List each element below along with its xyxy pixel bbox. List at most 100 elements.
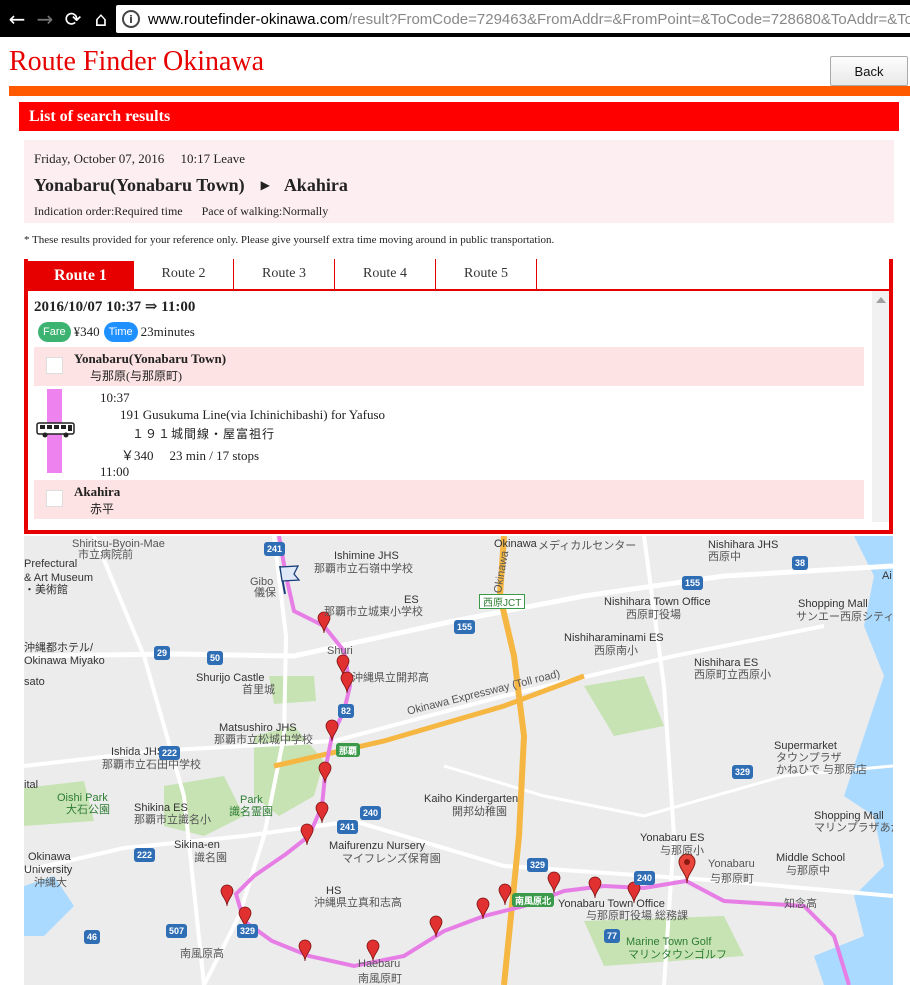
route-number-shield: 82: [338, 704, 355, 718]
route-number-shield: 155: [682, 576, 704, 590]
map-label: Nishiharaminami ES: [564, 632, 664, 644]
tab-route-5[interactable]: Route 5: [436, 259, 537, 289]
map-label: 西原町立西原小: [694, 669, 771, 681]
map-label: ・美術館: [24, 584, 68, 596]
arrival-time: 11:00: [100, 464, 130, 479]
forward-arrow-icon[interactable]: →: [31, 5, 59, 33]
map-label: Supermarket: [774, 740, 837, 752]
map-label: 西原南小: [594, 645, 638, 657]
map-label: Marine Town Golf: [626, 936, 712, 948]
tab-route-2[interactable]: Route 2: [134, 259, 234, 289]
bus-stop-pin[interactable]: [220, 884, 234, 907]
map-label: マリンプラザあがり: [814, 822, 893, 834]
fare-badge: Fare: [38, 322, 71, 342]
address-bar[interactable]: i www.routefinder-okinawa.com/result?Fro…: [116, 5, 910, 33]
segment-fare: ￥340: [121, 448, 154, 463]
header-divider: [9, 86, 910, 96]
map-label: Shikina ES: [134, 802, 188, 814]
bus-icon: [36, 422, 75, 438]
departure-date: Friday, October 07, 2016 10:17 Leave: [34, 151, 246, 166]
map-label: サンエー西原シティ: [796, 611, 893, 623]
stop-name-japanese: 赤平: [90, 502, 115, 516]
map-label: 沖縄都ホテル/: [24, 642, 94, 654]
route-number-shield: 南風原北: [512, 893, 555, 907]
map-label: 首里城: [242, 684, 275, 696]
bus-stop-pin[interactable]: [325, 719, 339, 742]
map-label: 那覇市立松城中学校: [214, 734, 313, 746]
route-number-shield: 240: [360, 806, 382, 820]
route-number-shield: 77: [604, 929, 621, 943]
map-label: Matsushiro JHS: [219, 722, 297, 734]
fare-value: ¥340: [73, 324, 100, 339]
route-scrollbar[interactable]: [872, 291, 889, 522]
map-label: University: [24, 864, 73, 876]
tab-route-3[interactable]: Route 3: [234, 259, 335, 289]
stop-checkbox[interactable]: [46, 490, 63, 507]
map-label: Sikina-en: [174, 839, 220, 851]
map-label: 市立病院前: [78, 549, 133, 561]
bus-line-name: 191 Gusukuma Line(via Ichinichibashi) fo…: [120, 407, 386, 422]
tab-route-1[interactable]: Route 1: [28, 261, 134, 291]
route-number-shield: 240: [634, 871, 656, 885]
bus-line-name-japanese: １９１城間線・屋富祖行: [132, 427, 276, 441]
route-number-shield: 222: [134, 848, 156, 862]
url-host: www.routefinder-okinawa.com: [148, 10, 349, 28]
route-number-shield: 29: [154, 646, 171, 660]
stop-name: Yonabaru(Yonabaru Town): [74, 351, 227, 366]
route-map[interactable]: Shiritsu-Byoin-Mae 市立病院前 Prefectural & Art …: [24, 536, 893, 985]
route-number-shield: 329: [527, 858, 549, 872]
map-label: Okinawa Miyako: [24, 655, 105, 667]
map-label: Prefectural: [24, 558, 78, 570]
reload-icon[interactable]: ⟳: [59, 5, 87, 33]
bus-stop-pin[interactable]: [547, 871, 561, 894]
map-label: 大石公園: [66, 804, 110, 816]
map-label: Middle School: [776, 852, 846, 864]
route-number-shield: 38: [792, 556, 809, 570]
map-label: Okinawa: [28, 851, 71, 863]
park-area: [584, 676, 664, 736]
map-label: 開邦幼稚園: [452, 806, 507, 818]
map-label: 沖縄県立真和志高: [314, 897, 402, 909]
disclaimer-notice: * These results provided for your refere…: [24, 234, 555, 246]
route-number-shield: 46: [84, 930, 101, 944]
site-info-icon[interactable]: i: [122, 10, 140, 28]
map-label: 西原中: [708, 551, 741, 563]
stop-name: Akahira: [74, 484, 121, 499]
route-number-shield: 50: [207, 651, 224, 665]
route-detail[interactable]: 2016/10/07 10:37 ⇒ 11:00 Fare ¥340 Time …: [28, 291, 889, 522]
route-summary-badges: Fare ¥340 Time 23minutes: [38, 322, 195, 342]
indication-order: Indication order:Required time: [34, 204, 183, 218]
scroll-up-arrow-icon[interactable]: [876, 297, 886, 303]
browser-toolbar: ← → ⟳ ⌂ i www.routefinder-okinawa.com/re…: [0, 0, 910, 37]
map-label: マリンタウンゴルフ: [628, 949, 727, 961]
park-area: [269, 676, 316, 704]
back-button[interactable]: Back: [830, 56, 908, 86]
time-value: 23minutes: [140, 324, 195, 339]
home-icon[interactable]: ⌂: [87, 5, 115, 33]
map-label: 南風原高: [180, 948, 224, 960]
map-label: ES: [404, 594, 419, 606]
map-label: Nishihara ES: [694, 657, 759, 669]
map-label: かねひで 与那原店: [776, 764, 868, 776]
map-label: Oishi Park: [57, 792, 108, 804]
search-summary: Friday, October 07, 2016 10:17 Leave Yon…: [24, 140, 894, 223]
route-number-shield: 241: [264, 542, 286, 556]
bus-stop-pin[interactable]: [318, 761, 332, 784]
stop-name-japanese: 与那原(与那原町): [90, 369, 182, 383]
stop-checkbox[interactable]: [46, 357, 63, 374]
bus-stop-pin[interactable]: [588, 876, 602, 899]
route-number-shield: 329: [732, 765, 754, 779]
map-label: 与那原小: [660, 845, 704, 857]
map-label: Shopping Mall: [798, 598, 868, 610]
search-options: Indication order:Required time Pace of w…: [34, 204, 884, 219]
right-triangle-icon: ▶: [260, 178, 270, 192]
back-arrow-icon[interactable]: ←: [3, 5, 31, 33]
map-label: 那覇市立城東小学校: [324, 606, 423, 618]
tab-route-4[interactable]: Route 4: [335, 259, 436, 289]
map-label: 南風原町: [358, 973, 402, 985]
segment-info: ￥340 23 min / 17 stops: [121, 445, 259, 464]
map-label: Maifurenzu Nursery: [329, 840, 425, 852]
map-label: Ishida JHS: [111, 746, 165, 758]
bus-stop-pin[interactable]: [498, 883, 512, 906]
site-title[interactable]: Route Finder Okinawa: [9, 46, 264, 78]
